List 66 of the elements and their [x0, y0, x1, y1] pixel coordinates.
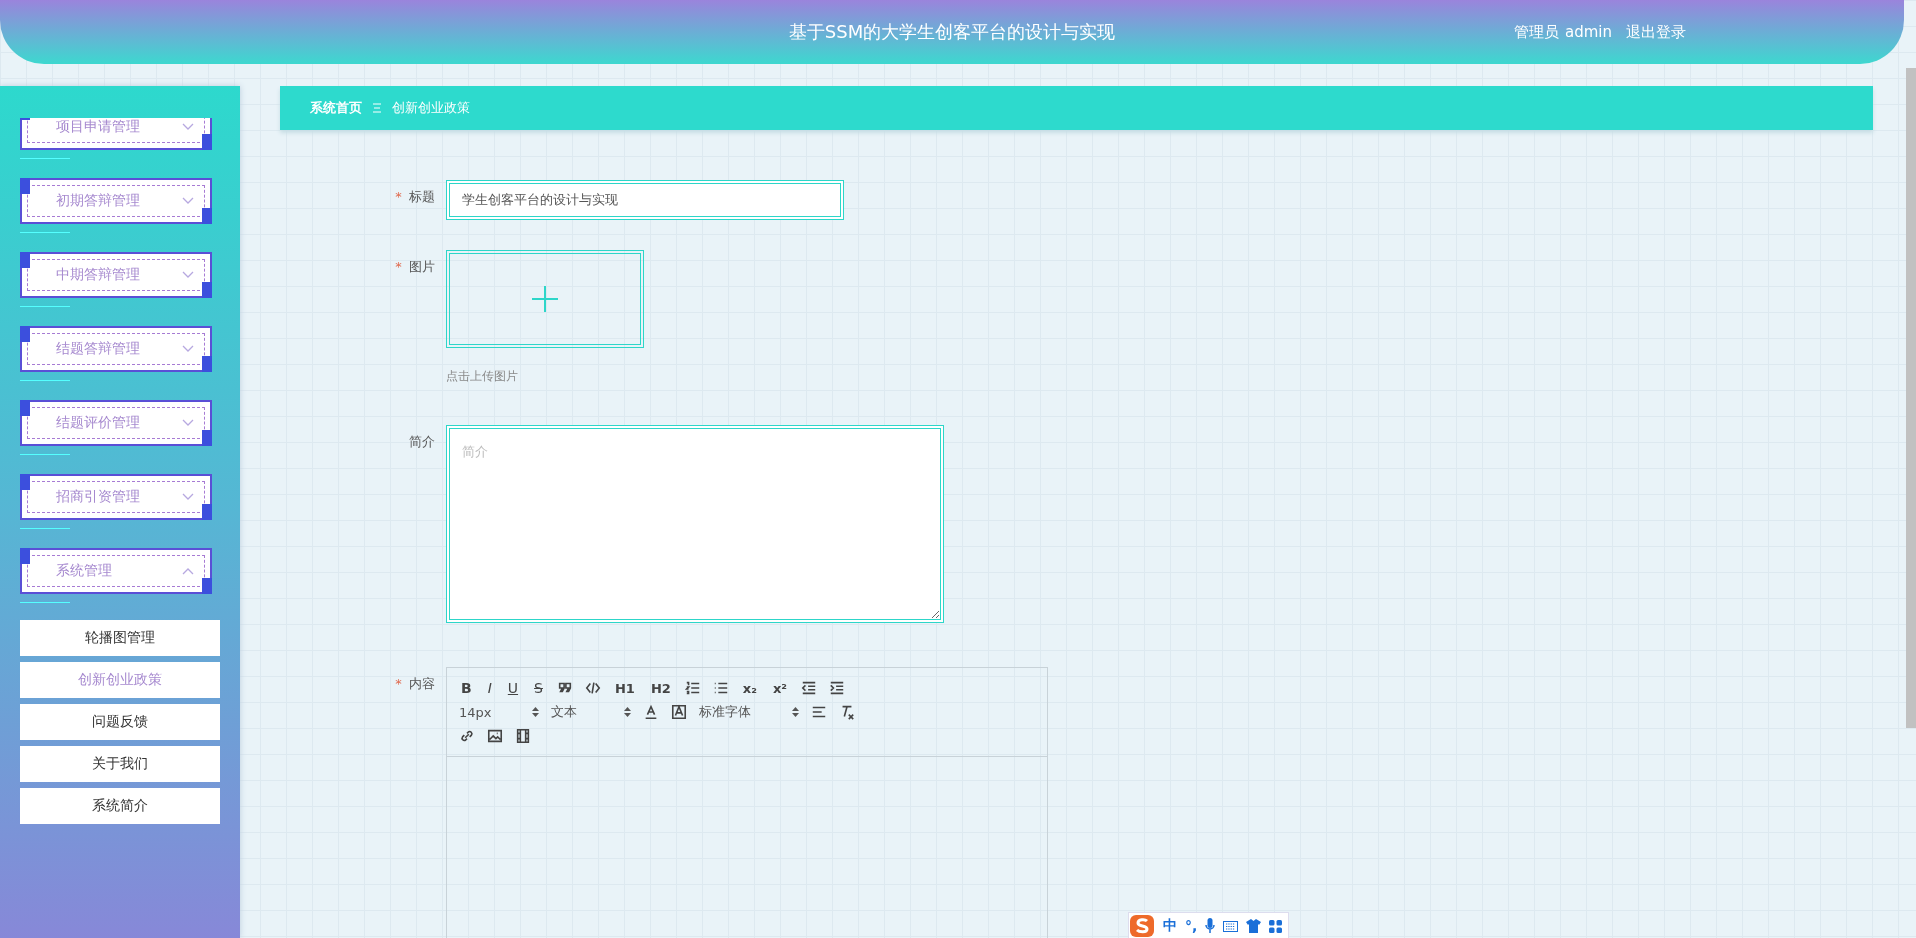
- align-left-icon[interactable]: [811, 704, 827, 720]
- user-role: 管理员: [1514, 22, 1559, 42]
- format-button[interactable]: x²: [770, 680, 789, 696]
- field-label: 内容: [409, 676, 435, 691]
- circuit-line: [20, 380, 70, 381]
- circuit-line: [20, 306, 70, 307]
- plus-icon: [532, 286, 558, 312]
- grid-icon[interactable]: [1269, 919, 1283, 933]
- link-icon[interactable]: [459, 728, 475, 744]
- chevron-up-icon: [182, 567, 194, 575]
- format-button[interactable]: U: [505, 680, 521, 696]
- upload-hint: 点击上传图片: [446, 368, 519, 385]
- circuit-line: [20, 232, 70, 233]
- user-name: admin: [1565, 22, 1612, 42]
- toolbar-select[interactable]: 14px: [459, 704, 539, 720]
- scroll-bar[interactable]: [1906, 68, 1916, 728]
- sort-arrows-icon: [792, 707, 799, 717]
- field-label: 图片: [409, 259, 435, 274]
- circuit-line: [20, 602, 70, 603]
- format-button[interactable]: S: [532, 680, 545, 696]
- site-title: 基于SSM的大学生创客平台的设计与实现: [788, 20, 1116, 44]
- format-button[interactable]: H2: [648, 680, 673, 696]
- sort-arrows-icon: [624, 707, 631, 717]
- rich-text-editor[interactable]: B I U S H1 H2 x₂ x² 14px 文本 标准字体: [446, 667, 1048, 938]
- chevron-down-icon: [182, 419, 194, 427]
- chevron-down-icon: [182, 271, 194, 279]
- format-button[interactable]: H1: [612, 680, 637, 696]
- image-icon[interactable]: [487, 728, 503, 744]
- chevron-down-icon: [182, 345, 194, 353]
- code-icon[interactable]: [584, 680, 601, 696]
- required-mark: *: [395, 189, 402, 204]
- field-label: 标题: [409, 189, 435, 204]
- submenu-item[interactable]: 系统简介: [20, 788, 220, 824]
- keyboard-icon[interactable]: [1223, 920, 1239, 932]
- chevron-down-icon: [182, 197, 194, 205]
- sort-arrows-icon: [532, 707, 539, 717]
- menu-icon: [372, 103, 382, 113]
- indent-icon[interactable]: [829, 680, 845, 696]
- chevron-down-icon: [182, 123, 194, 131]
- shirt-icon[interactable]: [1246, 919, 1262, 933]
- circuit-line: [20, 528, 70, 529]
- ime-mode[interactable]: °,: [1185, 918, 1198, 934]
- title-field[interactable]: 学生创客平台的设计与实现: [446, 180, 844, 220]
- format-button[interactable]: B: [459, 680, 474, 696]
- submenu-item[interactable]: 轮播图管理: [20, 620, 220, 656]
- field-label: 简介: [409, 434, 435, 449]
- submenu-item[interactable]: 问题反馈: [20, 704, 220, 740]
- ime-mode[interactable]: 中: [1163, 917, 1177, 935]
- bullet-list-icon[interactable]: [712, 680, 729, 696]
- circuit-line: [20, 454, 70, 455]
- format-button[interactable]: x₂: [740, 680, 759, 696]
- format-button[interactable]: I: [485, 680, 494, 696]
- submenu-item[interactable]: 关于我们: [20, 746, 220, 782]
- film-icon[interactable]: [515, 728, 531, 744]
- highlight-icon[interactable]: [671, 704, 687, 720]
- outdent-icon[interactable]: [801, 680, 817, 696]
- circuit-line: [20, 158, 70, 159]
- microphone-icon[interactable]: [1205, 918, 1216, 934]
- summary-field[interactable]: 简介: [446, 425, 944, 623]
- toolbar-select[interactable]: 标准字体: [699, 703, 799, 721]
- chevron-down-icon: [182, 493, 194, 501]
- required-mark: *: [395, 259, 402, 274]
- numbered-list-icon[interactable]: [684, 680, 701, 696]
- font-color-icon[interactable]: [643, 704, 659, 720]
- required-mark: *: [395, 676, 402, 691]
- toolbar-select[interactable]: 文本: [551, 703, 631, 721]
